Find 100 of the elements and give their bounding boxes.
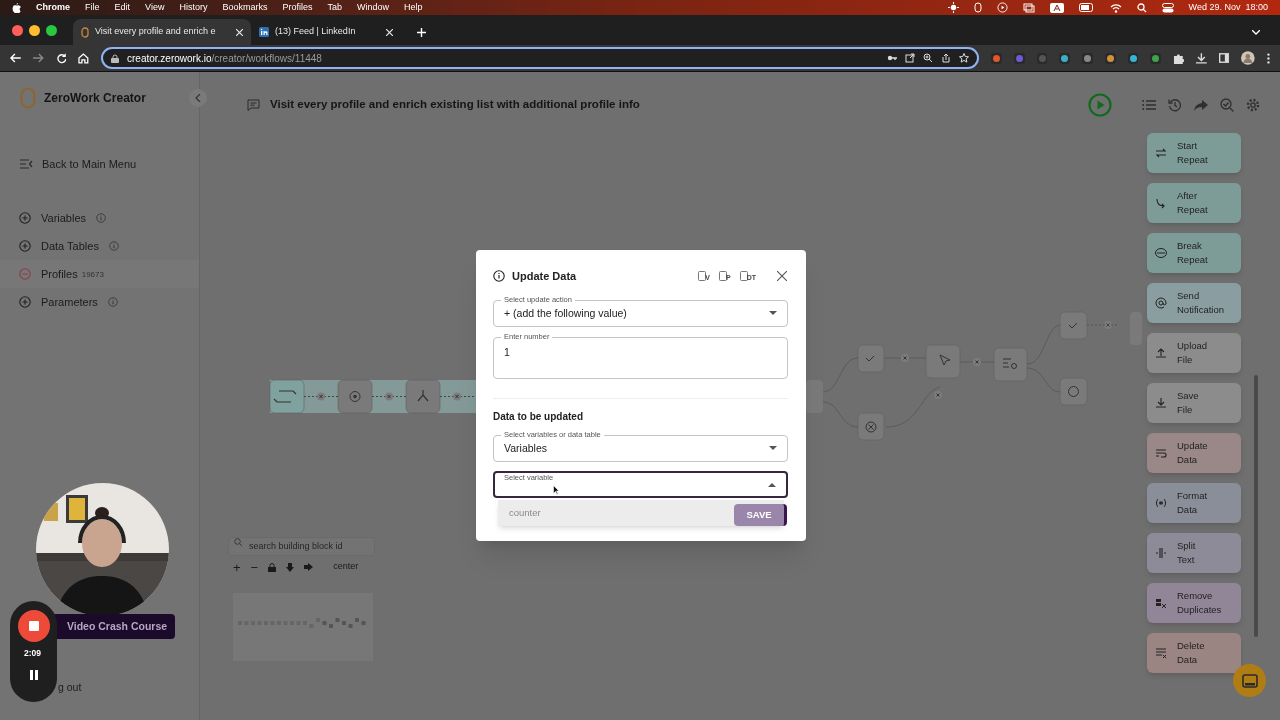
- window-icon[interactable]: [1022, 2, 1035, 13]
- list-icon[interactable]: [1142, 98, 1156, 112]
- menu-item[interactable]: Tab: [327, 0, 342, 15]
- extension-icon[interactable]: [1082, 52, 1093, 64]
- history-icon[interactable]: [1168, 98, 1182, 112]
- forward-icon[interactable]: [32, 53, 44, 63]
- side-panel-icon[interactable]: [1218, 53, 1230, 63]
- block-palette-item[interactable]: Delete Data: [1147, 633, 1241, 673]
- sidebar-section[interactable]: Profiles 19673: [0, 260, 199, 288]
- block-label: After Repeat: [1177, 189, 1209, 217]
- close-tab-icon[interactable]: [236, 28, 243, 36]
- block-palette-item[interactable]: Upload File: [1147, 333, 1241, 373]
- block-palette-item[interactable]: Split Text: [1147, 533, 1241, 573]
- collapse-sidebar-button[interactable]: [189, 89, 207, 107]
- home-icon[interactable]: [78, 52, 89, 64]
- reload-icon[interactable]: [55, 52, 67, 64]
- pause-icon[interactable]: [30, 670, 38, 680]
- apple-icon[interactable]: [12, 2, 21, 13]
- back-to-menu-link[interactable]: Back to Main Menu: [0, 152, 199, 176]
- lock-icon[interactable]: [268, 562, 277, 572]
- menu-clock[interactable]: Wed 29. Nov 18:00: [1188, 0, 1268, 15]
- menu-item[interactable]: History: [179, 0, 208, 15]
- search-icon[interactable]: [1136, 2, 1147, 13]
- share-icon[interactable]: [941, 53, 952, 63]
- split-bars-icon: [1155, 547, 1167, 559]
- check-search-icon[interactable]: [1220, 98, 1234, 112]
- close-window-button[interactable]: [12, 24, 23, 36]
- menu-item[interactable]: Bookmarks: [222, 0, 268, 15]
- key-icon[interactable]: [887, 53, 898, 63]
- search-icon: [234, 537, 242, 546]
- close-tab-icon[interactable]: [386, 28, 393, 36]
- zoom-out-button[interactable]: −: [250, 560, 259, 574]
- cursor-icon: [553, 485, 560, 495]
- dialog-title: Update Data: [512, 268, 577, 284]
- keyboard-icon[interactable]: [1049, 2, 1064, 13]
- menu-item[interactable]: Profiles: [282, 0, 313, 15]
- extension-icon[interactable]: [1127, 52, 1139, 64]
- block-palette-item[interactable]: Send Notification: [1147, 283, 1241, 323]
- tab-title: Visit every profile and enrich e: [95, 25, 216, 39]
- extension-icon[interactable]: [1104, 52, 1116, 64]
- center-button[interactable]: center: [333, 560, 359, 574]
- caret-up-icon: [768, 482, 776, 487]
- wifi-icon[interactable]: [1109, 2, 1122, 13]
- sidebar-section[interactable]: Variables: [0, 204, 199, 232]
- plus-circle-icon[interactable]: [19, 212, 31, 224]
- menu-item[interactable]: Edit: [114, 0, 131, 15]
- menu-item[interactable]: View: [145, 0, 165, 15]
- plus-circle-icon[interactable]: [19, 296, 31, 308]
- more-icon[interactable]: [1267, 52, 1270, 64]
- logout-link[interactable]: g out: [58, 680, 82, 696]
- back-icon[interactable]: [10, 53, 21, 63]
- address-bar[interactable]: creator.zerowork.io/creator/workflows/11448: [101, 47, 980, 69]
- arrow-down-icon[interactable]: [286, 562, 295, 572]
- block-palette-item[interactable]: Break Repeat: [1147, 233, 1241, 273]
- close-icon[interactable]: [777, 271, 787, 281]
- menu-item[interactable]: Help: [404, 0, 423, 15]
- control-center-icon[interactable]: [1161, 2, 1174, 13]
- share-arrow-icon[interactable]: [1194, 98, 1208, 112]
- menu-item[interactable]: Window: [356, 0, 389, 15]
- arrow-right-icon[interactable]: [304, 563, 314, 571]
- battery-icon[interactable]: [1078, 3, 1095, 12]
- lock-icon[interactable]: [111, 53, 119, 63]
- status-icon[interactable]: [973, 2, 982, 13]
- sun-icon[interactable]: [947, 2, 959, 13]
- extension-icon[interactable]: [991, 52, 1002, 64]
- chat-button[interactable]: [1233, 664, 1266, 697]
- browser-tab[interactable]: Visit every profile and enrich e: [73, 19, 251, 45]
- block-label: Remove Duplicates: [1177, 589, 1223, 617]
- star-icon[interactable]: [959, 53, 970, 63]
- block-label: Start Repeat: [1177, 139, 1209, 167]
- download-icon[interactable]: [1195, 52, 1207, 64]
- browser-tab[interactable]: (13) Feed | LinkedIn: [251, 19, 401, 45]
- open-external-icon[interactable]: [905, 53, 916, 63]
- block-palette-item[interactable]: Format Data: [1147, 483, 1241, 523]
- extension-icon[interactable]: [1059, 52, 1071, 64]
- menu-item[interactable]: File: [85, 0, 100, 15]
- plus-circle-icon[interactable]: [19, 240, 31, 252]
- info-icon[interactable]: [493, 270, 505, 282]
- puzzle-icon[interactable]: [1173, 52, 1184, 64]
- tab-search-chevron-icon[interactable]: [1252, 30, 1260, 35]
- extension-icon[interactable]: [1150, 52, 1162, 64]
- play-icon[interactable]: [996, 2, 1008, 13]
- zoom-in-button[interactable]: +: [233, 560, 241, 574]
- settings-icon[interactable]: [1246, 98, 1260, 112]
- block-palette-item[interactable]: Start Repeat: [1147, 133, 1241, 173]
- app-menu[interactable]: Chrome: [36, 0, 70, 15]
- avatar-icon[interactable]: [1241, 51, 1256, 65]
- block-search-field[interactable]: search building block id: [228, 536, 375, 556]
- block-palette-item[interactable]: After Repeat: [1147, 183, 1241, 223]
- scrollbar[interactable]: [1254, 375, 1258, 637]
- zoom-window-button[interactable]: [46, 24, 57, 36]
- block-palette-item[interactable]: Save File: [1147, 383, 1241, 423]
- zoom-icon[interactable]: [923, 53, 934, 63]
- sidebar-section[interactable]: Parameters: [0, 288, 199, 316]
- new-tab-icon[interactable]: [417, 28, 426, 37]
- block-palette-item[interactable]: Update Data: [1147, 433, 1241, 473]
- block-palette-item[interactable]: Remove Duplicates: [1147, 583, 1241, 623]
- extension-icon[interactable]: [1013, 52, 1025, 64]
- sidebar-section[interactable]: Data Tables: [0, 232, 199, 260]
- minimize-window-button[interactable]: [29, 24, 40, 36]
